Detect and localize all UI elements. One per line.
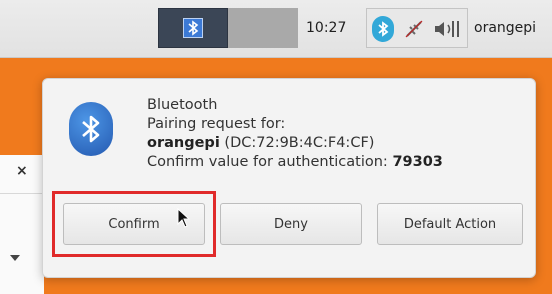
background-window: × [0, 155, 44, 294]
confirm-prompt: Confirm value for authentication: [147, 154, 393, 170]
clock[interactable]: 10:27 [306, 8, 364, 48]
taskbar-window-button[interactable] [228, 8, 298, 48]
device-name: orangepi [147, 135, 220, 151]
mouse-cursor-icon [177, 207, 191, 228]
passkey: 79303 [392, 154, 443, 170]
close-icon[interactable]: × [16, 163, 28, 179]
network-disconnected-icon[interactable] [403, 18, 425, 40]
annotation-highlight-box [52, 191, 216, 257]
notification-title: Bluetooth [147, 97, 218, 113]
system-tray [366, 8, 468, 48]
bluetooth-tray-icon[interactable] [372, 16, 394, 42]
notification-body: Bluetooth Pairing request for: orangepi … [147, 96, 527, 172]
confirm-line: Confirm value for authentication: 79303 [147, 153, 527, 172]
pairing-request-label: Pairing request for: [147, 116, 286, 132]
default-action-button[interactable]: Default Action [377, 203, 523, 245]
divider [0, 193, 44, 194]
top-panel: 10:27 orangepi [0, 0, 552, 58]
device-address: (DC:72:9B:4C:F4:CF) [219, 135, 375, 151]
chevron-down-icon[interactable] [10, 255, 20, 261]
deny-button[interactable]: Deny [220, 203, 362, 245]
user-menu[interactable]: orangepi [474, 8, 536, 48]
bluetooth-icon [69, 102, 113, 156]
volume-icon[interactable] [433, 19, 461, 39]
device-line: orangepi (DC:72:9B:4C:F4:CF) [147, 134, 527, 153]
taskbar-bluetooth-button[interactable] [158, 8, 228, 48]
bluetooth-icon [183, 18, 203, 38]
